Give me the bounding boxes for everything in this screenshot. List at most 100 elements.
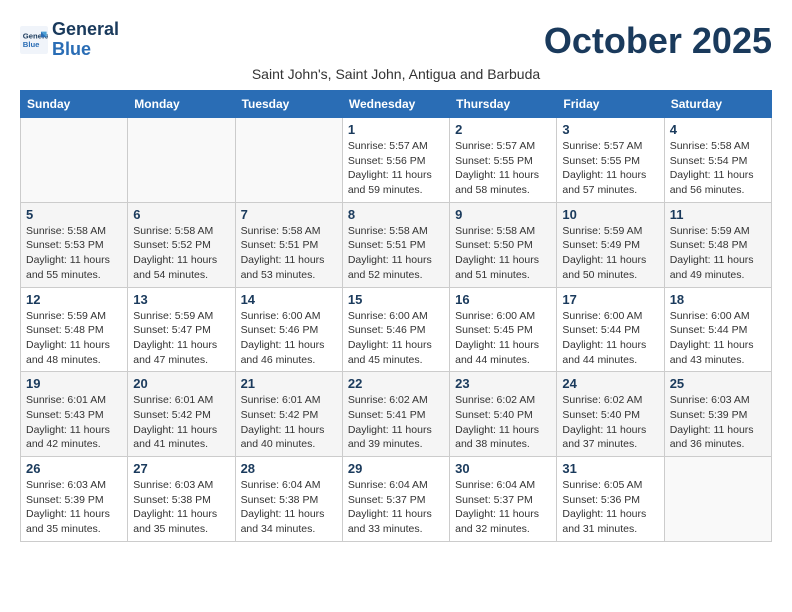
day-info: Sunrise: 6:04 AMSunset: 5:38 PMDaylight:…: [241, 478, 337, 537]
day-number: 5: [26, 207, 122, 222]
day-number: 4: [670, 122, 766, 137]
week-row-4: 19 Sunrise: 6:01 AMSunset: 5:43 PMDayligh…: [21, 372, 772, 457]
calendar-cell: 4 Sunrise: 5:58 AMSunset: 5:54 PMDaylight…: [664, 118, 771, 203]
calendar-cell: 29 Sunrise: 6:04 AMSunset: 5:37 PMDayligh…: [342, 457, 449, 542]
day-number: 6: [133, 207, 229, 222]
week-row-5: 26 Sunrise: 6:03 AMSunset: 5:39 PMDayligh…: [21, 457, 772, 542]
day-info: Sunrise: 5:57 AMSunset: 5:56 PMDaylight:…: [348, 139, 444, 198]
calendar-cell: 14 Sunrise: 6:00 AMSunset: 5:46 PMDayligh…: [235, 287, 342, 372]
calendar-cell: 24 Sunrise: 6:02 AMSunset: 5:40 PMDayligh…: [557, 372, 664, 457]
day-number: 17: [562, 292, 658, 307]
day-number: 8: [348, 207, 444, 222]
day-number: 16: [455, 292, 551, 307]
day-info: Sunrise: 5:58 AMSunset: 5:53 PMDaylight:…: [26, 224, 122, 283]
calendar-cell: 19 Sunrise: 6:01 AMSunset: 5:43 PMDayligh…: [21, 372, 128, 457]
calendar-cell: 18 Sunrise: 6:00 AMSunset: 5:44 PMDayligh…: [664, 287, 771, 372]
day-number: 11: [670, 207, 766, 222]
calendar-cell: [235, 118, 342, 203]
calendar-cell: [664, 457, 771, 542]
day-info: Sunrise: 6:03 AMSunset: 5:39 PMDaylight:…: [26, 478, 122, 537]
day-number: 26: [26, 461, 122, 476]
month-title: October 2025: [544, 20, 772, 62]
day-info: Sunrise: 6:04 AMSunset: 5:37 PMDaylight:…: [455, 478, 551, 537]
calendar-cell: 31 Sunrise: 6:05 AMSunset: 5:36 PMDayligh…: [557, 457, 664, 542]
day-info: Sunrise: 5:59 AMSunset: 5:48 PMDaylight:…: [26, 309, 122, 368]
calendar-cell: 30Sunrise: 6:04 AMSunset: 5:37 PMDayligh…: [450, 457, 557, 542]
calendar-cell: 1 Sunrise: 5:57 AMSunset: 5:56 PMDaylight…: [342, 118, 449, 203]
day-number: 20: [133, 376, 229, 391]
day-number: 25: [670, 376, 766, 391]
calendar-cell: [21, 118, 128, 203]
day-info: Sunrise: 5:58 AMSunset: 5:51 PMDaylight:…: [348, 224, 444, 283]
day-info: Sunrise: 5:59 AMSunset: 5:48 PMDaylight:…: [670, 224, 766, 283]
day-number: 3: [562, 122, 658, 137]
day-info: Sunrise: 6:01 AMSunset: 5:42 PMDaylight:…: [133, 393, 229, 452]
day-info: Sunrise: 6:02 AMSunset: 5:41 PMDaylight:…: [348, 393, 444, 452]
weekday-friday: Friday: [557, 91, 664, 118]
day-number: 9: [455, 207, 551, 222]
calendar-cell: 11 Sunrise: 5:59 AMSunset: 5:48 PMDayligh…: [664, 202, 771, 287]
logo: General Blue General Blue: [20, 20, 119, 60]
day-info: Sunrise: 6:03 AMSunset: 5:38 PMDaylight:…: [133, 478, 229, 537]
day-number: 15: [348, 292, 444, 307]
day-number: 2: [455, 122, 551, 137]
weekday-tuesday: Tuesday: [235, 91, 342, 118]
calendar-cell: 12 Sunrise: 5:59 AMSunset: 5:48 PMDayligh…: [21, 287, 128, 372]
calendar-cell: 7Sunrise: 5:58 AMSunset: 5:51 PMDaylight…: [235, 202, 342, 287]
day-number: 14: [241, 292, 337, 307]
calendar-cell: 9Sunrise: 5:58 AMSunset: 5:50 PMDaylight…: [450, 202, 557, 287]
day-number: 29: [348, 461, 444, 476]
day-number: 18: [670, 292, 766, 307]
day-number: 24: [562, 376, 658, 391]
calendar-cell: 8 Sunrise: 5:58 AMSunset: 5:51 PMDaylight…: [342, 202, 449, 287]
calendar-cell: 27 Sunrise: 6:03 AMSunset: 5:38 PMDayligh…: [128, 457, 235, 542]
day-number: 23: [455, 376, 551, 391]
day-info: Sunrise: 6:02 AMSunset: 5:40 PMDaylight:…: [455, 393, 551, 452]
day-info: Sunrise: 6:04 AMSunset: 5:37 PMDaylight:…: [348, 478, 444, 537]
day-number: 27: [133, 461, 229, 476]
day-info: Sunrise: 6:00 AMSunset: 5:44 PMDaylight:…: [670, 309, 766, 368]
calendar-cell: 20 Sunrise: 6:01 AMSunset: 5:42 PMDayligh…: [128, 372, 235, 457]
weekday-header-row: SundayMondayTuesdayWednesdayThursdayFrid…: [21, 91, 772, 118]
calendar-table: SundayMondayTuesdayWednesdayThursdayFrid…: [20, 90, 772, 542]
weekday-sunday: Sunday: [21, 91, 128, 118]
day-number: 10: [562, 207, 658, 222]
weekday-monday: Monday: [128, 91, 235, 118]
svg-text:Blue: Blue: [23, 40, 40, 49]
day-info: Sunrise: 6:00 AMSunset: 5:46 PMDaylight:…: [348, 309, 444, 368]
day-info: Sunrise: 6:05 AMSunset: 5:36 PMDaylight:…: [562, 478, 658, 537]
calendar-cell: 2 Sunrise: 5:57 AMSunset: 5:55 PMDaylight…: [450, 118, 557, 203]
day-info: Sunrise: 5:58 AMSunset: 5:51 PMDaylight:…: [241, 224, 337, 283]
day-number: 31: [562, 461, 658, 476]
day-info: Sunrise: 6:00 AMSunset: 5:44 PMDaylight:…: [562, 309, 658, 368]
day-number: 1: [348, 122, 444, 137]
calendar-cell: 23 Sunrise: 6:02 AMSunset: 5:40 PMDayligh…: [450, 372, 557, 457]
calendar-cell: 6 Sunrise: 5:58 AMSunset: 5:52 PMDaylight…: [128, 202, 235, 287]
day-number: 12: [26, 292, 122, 307]
calendar-cell: 25 Sunrise: 6:03 AMSunset: 5:39 PMDayligh…: [664, 372, 771, 457]
header: General Blue General Blue October 2025: [20, 20, 772, 62]
day-info: Sunrise: 6:00 AMSunset: 5:46 PMDaylight:…: [241, 309, 337, 368]
day-number: 19: [26, 376, 122, 391]
day-info: Sunrise: 6:01 AMSunset: 5:43 PMDaylight:…: [26, 393, 122, 452]
calendar-cell: 22Sunrise: 6:02 AMSunset: 5:41 PMDayligh…: [342, 372, 449, 457]
day-info: Sunrise: 6:01 AMSunset: 5:42 PMDaylight:…: [241, 393, 337, 452]
day-info: Sunrise: 6:00 AMSunset: 5:45 PMDaylight:…: [455, 309, 551, 368]
weekday-wednesday: Wednesday: [342, 91, 449, 118]
subtitle: Saint John's, Saint John, Antigua and Ba…: [20, 66, 772, 82]
week-row-2: 5 Sunrise: 5:58 AMSunset: 5:53 PMDaylight…: [21, 202, 772, 287]
day-info: Sunrise: 6:03 AMSunset: 5:39 PMDaylight:…: [670, 393, 766, 452]
calendar-cell: 26 Sunrise: 6:03 AMSunset: 5:39 PMDayligh…: [21, 457, 128, 542]
logo-text: General Blue: [52, 20, 119, 60]
calendar-cell: 15 Sunrise: 6:00 AMSunset: 5:46 PMDayligh…: [342, 287, 449, 372]
day-info: Sunrise: 6:02 AMSunset: 5:40 PMDaylight:…: [562, 393, 658, 452]
day-info: Sunrise: 5:58 AMSunset: 5:52 PMDaylight:…: [133, 224, 229, 283]
weekday-thursday: Thursday: [450, 91, 557, 118]
day-info: Sunrise: 5:57 AMSunset: 5:55 PMDaylight:…: [455, 139, 551, 198]
calendar-cell: 5 Sunrise: 5:58 AMSunset: 5:53 PMDaylight…: [21, 202, 128, 287]
calendar-cell: 21 Sunrise: 6:01 AMSunset: 5:42 PMDayligh…: [235, 372, 342, 457]
day-info: Sunrise: 5:58 AMSunset: 5:54 PMDaylight:…: [670, 139, 766, 198]
day-info: Sunrise: 5:59 AMSunset: 5:49 PMDaylight:…: [562, 224, 658, 283]
day-info: Sunrise: 5:57 AMSunset: 5:55 PMDaylight:…: [562, 139, 658, 198]
day-number: 21: [241, 376, 337, 391]
